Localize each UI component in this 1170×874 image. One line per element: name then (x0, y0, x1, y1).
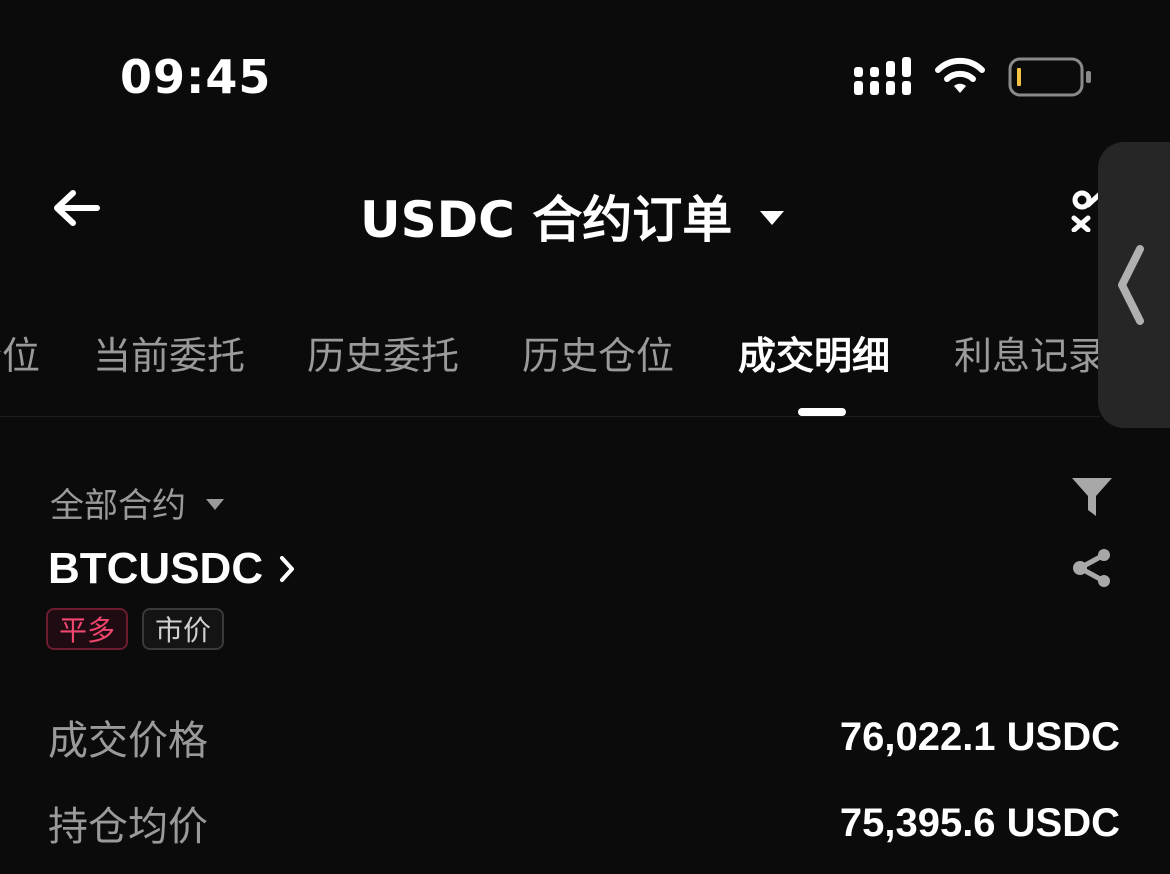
contract-filter-dropdown[interactable]: 全部合约 (50, 478, 224, 527)
tab-order-history[interactable]: 历史委托 (307, 330, 459, 382)
tabs-divider (0, 416, 1100, 417)
funnel-icon[interactable] (1070, 476, 1114, 518)
avg-entry-price-value: 75,395.6 USDC (839, 800, 1120, 845)
fill-price-label: 成交价格 (48, 718, 208, 764)
arrow-left-icon (54, 190, 100, 226)
active-tab-indicator (798, 408, 846, 416)
tab-positions[interactable]: 仓位 (0, 330, 40, 382)
page-title: USDC 合约订单 (360, 191, 733, 249)
chevron-right-icon (280, 556, 295, 582)
order-type-badge: 市价 (142, 608, 225, 650)
share-icon[interactable] (1070, 548, 1114, 588)
caret-down-icon (206, 499, 224, 510)
symbol-name: BTCUSDC (48, 544, 264, 593)
tab-interest-records[interactable]: 利息记录 (954, 330, 1098, 382)
side-badge: 平多 (46, 608, 129, 650)
chevron-left-icon (1118, 245, 1144, 325)
battery-icon (1008, 57, 1091, 97)
wifi-icon (935, 57, 985, 93)
fill-price-row: 成交价格 76,022.1 USDC (48, 708, 1120, 766)
symbol-link[interactable]: BTCUSDC (48, 544, 295, 594)
avg-entry-price-row: 持仓均价 75,395.6 USDC (48, 794, 1120, 852)
tab-position-history[interactable]: 历史仓位 (522, 330, 674, 382)
title-dropdown[interactable]: USDC 合约订单 (360, 180, 785, 252)
status-icons (854, 57, 1092, 97)
order-tabs: 仓位 当前委托 历史委托 历史仓位 成交明细 利息记录 (0, 330, 1098, 386)
caret-down-icon (760, 211, 785, 225)
status-time: 09:45 (120, 50, 272, 104)
fill-price-value: 76,022.1 USDC (839, 714, 1120, 759)
signal-icon (854, 57, 911, 95)
side-drawer-handle[interactable] (1098, 142, 1170, 428)
tab-open-orders[interactable]: 当前委托 (93, 330, 245, 382)
tab-trade-history[interactable]: 成交明细 (738, 330, 890, 382)
back-button[interactable] (48, 182, 104, 234)
contract-filter-label: 全部合约 (50, 486, 186, 526)
avg-entry-price-label: 持仓均价 (48, 804, 208, 850)
trade-tags: 平多 市价 (46, 608, 225, 650)
